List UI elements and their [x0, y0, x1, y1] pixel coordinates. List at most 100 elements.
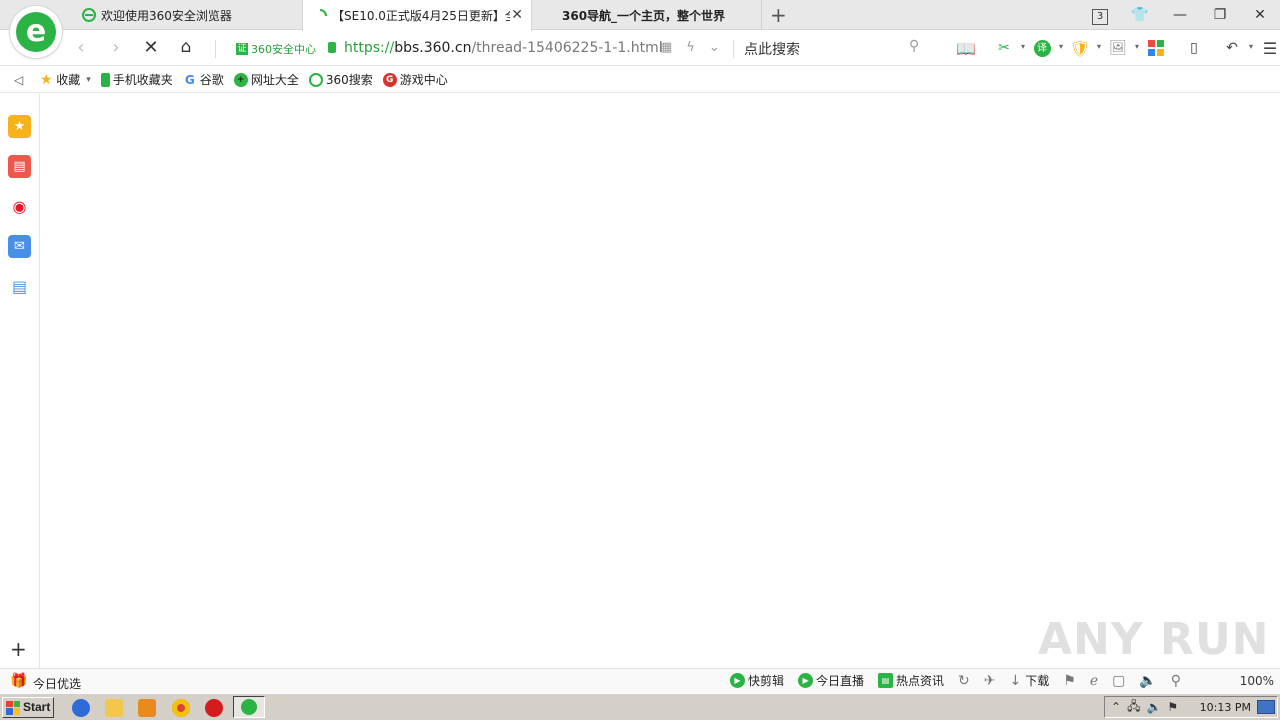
favorites-menu[interactable]: ★ 收藏 ▾ [39, 71, 91, 88]
quick-clip-link[interactable]: ▶ 快剪辑 [730, 672, 784, 689]
action-center-icon[interactable]: ⚑ [1167, 700, 1178, 714]
game-center-icon: G [382, 72, 397, 87]
bookmark-360search[interactable]: 360搜索 [308, 71, 373, 88]
page-content [41, 94, 1280, 668]
minimize-button[interactable]: — [1160, 0, 1200, 30]
scissors-icon[interactable]: ✂ ▾ [992, 37, 1025, 59]
ie-mode-icon[interactable]: ℯ [1090, 673, 1098, 689]
google-icon: G [184, 72, 195, 87]
search-icon[interactable]: ⚲ [909, 38, 919, 54]
reader-icon[interactable]: 📖 [954, 37, 978, 59]
show-desktop-icon[interactable] [1257, 700, 1275, 714]
undo-icon[interactable]: ↶ ▾ [1220, 37, 1253, 59]
stop-loading-button[interactable]: ✕ [138, 37, 164, 58]
clock[interactable]: 10:13 PM [1200, 701, 1251, 714]
lightning-icon[interactable]: ϟ [686, 40, 695, 55]
bookmark-game-center[interactable]: G 游戏中心 [382, 71, 448, 88]
tab-title: 欢迎使用360安全浏览器 [101, 8, 232, 23]
windows-logo-icon [6, 700, 20, 715]
favorites-label: 收藏 [56, 73, 81, 87]
tab-welcome[interactable]: 欢迎使用360安全浏览器 [72, 0, 300, 30]
skin-icon[interactable]: 👕 [1120, 0, 1160, 30]
qr-code-icon[interactable]: ▦ [660, 40, 672, 55]
play-icon: ▶ [730, 673, 745, 688]
bookmark-hao360[interactable]: + 网址大全 [233, 71, 299, 88]
sidebar-weibo-icon[interactable]: ◉ [8, 195, 31, 218]
forward-button[interactable]: › [103, 37, 129, 58]
restore-button[interactable]: ❐ [1200, 0, 1240, 30]
status-items: ▶ 快剪辑 ▶ 今日直播 ▤ 热点资讯 ↻ ✈ ↓ 下载 ⚑ ℯ ▢ 🔈 ⚲ [730, 672, 1195, 689]
tab-bar: e 欢迎使用360安全浏览器 【SE10.0正式版4月25日更新】全面新 ✕ 3… [0, 0, 1280, 58]
cert-label: 360安全中心 [251, 43, 316, 56]
address-bar-icons: ▦ ϟ ⌄ [660, 40, 720, 55]
back-button[interactable]: ‹ [68, 37, 94, 58]
sidebar-add-button[interactable]: + [10, 637, 27, 661]
download-link[interactable]: ↓ 下载 [1010, 672, 1050, 689]
volume-icon[interactable]: 🔈 [1146, 700, 1161, 714]
play-icon: ▶ [798, 673, 814, 688]
browser-logo-icon[interactable]: e [10, 6, 62, 58]
hot-news-link[interactable]: ▤ 热点资讯 [878, 672, 944, 689]
media-player-icon[interactable] [138, 699, 156, 717]
today-picks-link[interactable]: 今日优选 [33, 675, 81, 692]
translate-icon[interactable]: 译 ▾ [1030, 37, 1063, 59]
url-host: bbs.360.cn [394, 40, 472, 56]
security-cert-badge[interactable]: 证 360安全中心 [236, 41, 316, 57]
chrome-icon[interactable] [172, 699, 190, 717]
lock-icon[interactable] [328, 42, 336, 53]
menu-icon[interactable]: ☰ [1258, 37, 1280, 59]
opera-icon[interactable] [205, 699, 223, 717]
window-icon[interactable]: ▢ [1112, 673, 1125, 689]
360-browser-icon [241, 699, 257, 715]
divider [733, 40, 734, 58]
refresh-icon[interactable]: ↻ [958, 673, 970, 689]
360-browser-taskbar-button[interactable] [233, 696, 265, 718]
flag-icon[interactable]: ⚑ [1063, 673, 1076, 689]
search-input[interactable]: 点此搜索 [744, 39, 929, 59]
sidebar-mail-icon[interactable]: ✉ [8, 235, 31, 258]
internet-explorer-icon[interactable] [72, 699, 90, 717]
live-today-link[interactable]: ▶ 今日直播 [798, 672, 864, 689]
bookmark-mobile[interactable]: 手机收藏夹 [100, 71, 173, 88]
shield-icon[interactable]: 🛡 ▾ [1068, 37, 1101, 59]
apps-grid-icon[interactable] [1144, 37, 1168, 59]
url-protocol: https:// [344, 40, 395, 56]
zoom-icon[interactable]: ⚲ [1171, 673, 1181, 689]
url-field[interactable]: https://bbs.360.cn/thread-15406225-1-1.h… [344, 40, 663, 56]
gift-icon[interactable]: 🎁 [10, 673, 27, 689]
chevron-down-icon: ▾ [86, 74, 91, 85]
tablet-icon[interactable]: ▯ [1182, 37, 1206, 59]
phone-icon [100, 72, 110, 87]
tray-expand-icon[interactable]: ⌃ [1111, 700, 1121, 714]
new-tab-button[interactable]: + [770, 3, 787, 27]
ie-icon [82, 8, 96, 22]
tab-count-button[interactable]: 3 [1080, 0, 1120, 30]
chevron-down-icon[interactable]: ⌄ [709, 40, 720, 55]
cert-icon: 证 [236, 43, 248, 55]
news-icon: ▤ [878, 673, 894, 688]
start-button[interactable]: Start [2, 697, 54, 718]
sidebar-favorites-icon[interactable]: ★ [8, 115, 31, 138]
bookmark-label: 网址大全 [250, 73, 299, 87]
bookmark-label: 360搜索 [325, 73, 373, 87]
bookmark-google[interactable]: G 谷歌 [183, 71, 224, 88]
sidebar-notes-icon[interactable]: ▤ [8, 275, 31, 298]
anyrun-watermark: ANY RUN [1038, 614, 1270, 665]
tab-360-navigation[interactable]: 360导航_一个主页，整个世界 [534, 0, 762, 30]
sidebar-toggle-icon[interactable]: ◁ [14, 73, 23, 87]
pin-icon[interactable]: ✈ [984, 673, 996, 689]
divider [215, 40, 216, 58]
network-icon[interactable]: 🖧 [1127, 697, 1140, 718]
zoom-level[interactable]: 100% [1240, 674, 1274, 688]
close-window-button[interactable]: ✕ [1240, 0, 1280, 30]
sound-icon[interactable]: 🔈 [1139, 673, 1156, 689]
bookmarks-bar: ◁ ★ 收藏 ▾ 手机收藏夹 G 谷歌 + 网址大全 360搜索 G 游戏中心 [0, 67, 1280, 93]
bookmark-label: 谷歌 [199, 73, 224, 87]
sidebar-news-icon[interactable]: ▤ [8, 155, 31, 178]
360search-icon [308, 72, 323, 87]
tab-forum-thread[interactable]: 【SE10.0正式版4月25日更新】全面新 ✕ [302, 0, 532, 31]
file-explorer-icon[interactable] [105, 699, 123, 717]
screenshot-icon[interactable]: 🖼 ▾ [1106, 37, 1139, 59]
home-button[interactable]: ⌂ [173, 37, 199, 57]
close-tab-icon[interactable]: ✕ [511, 7, 523, 23]
